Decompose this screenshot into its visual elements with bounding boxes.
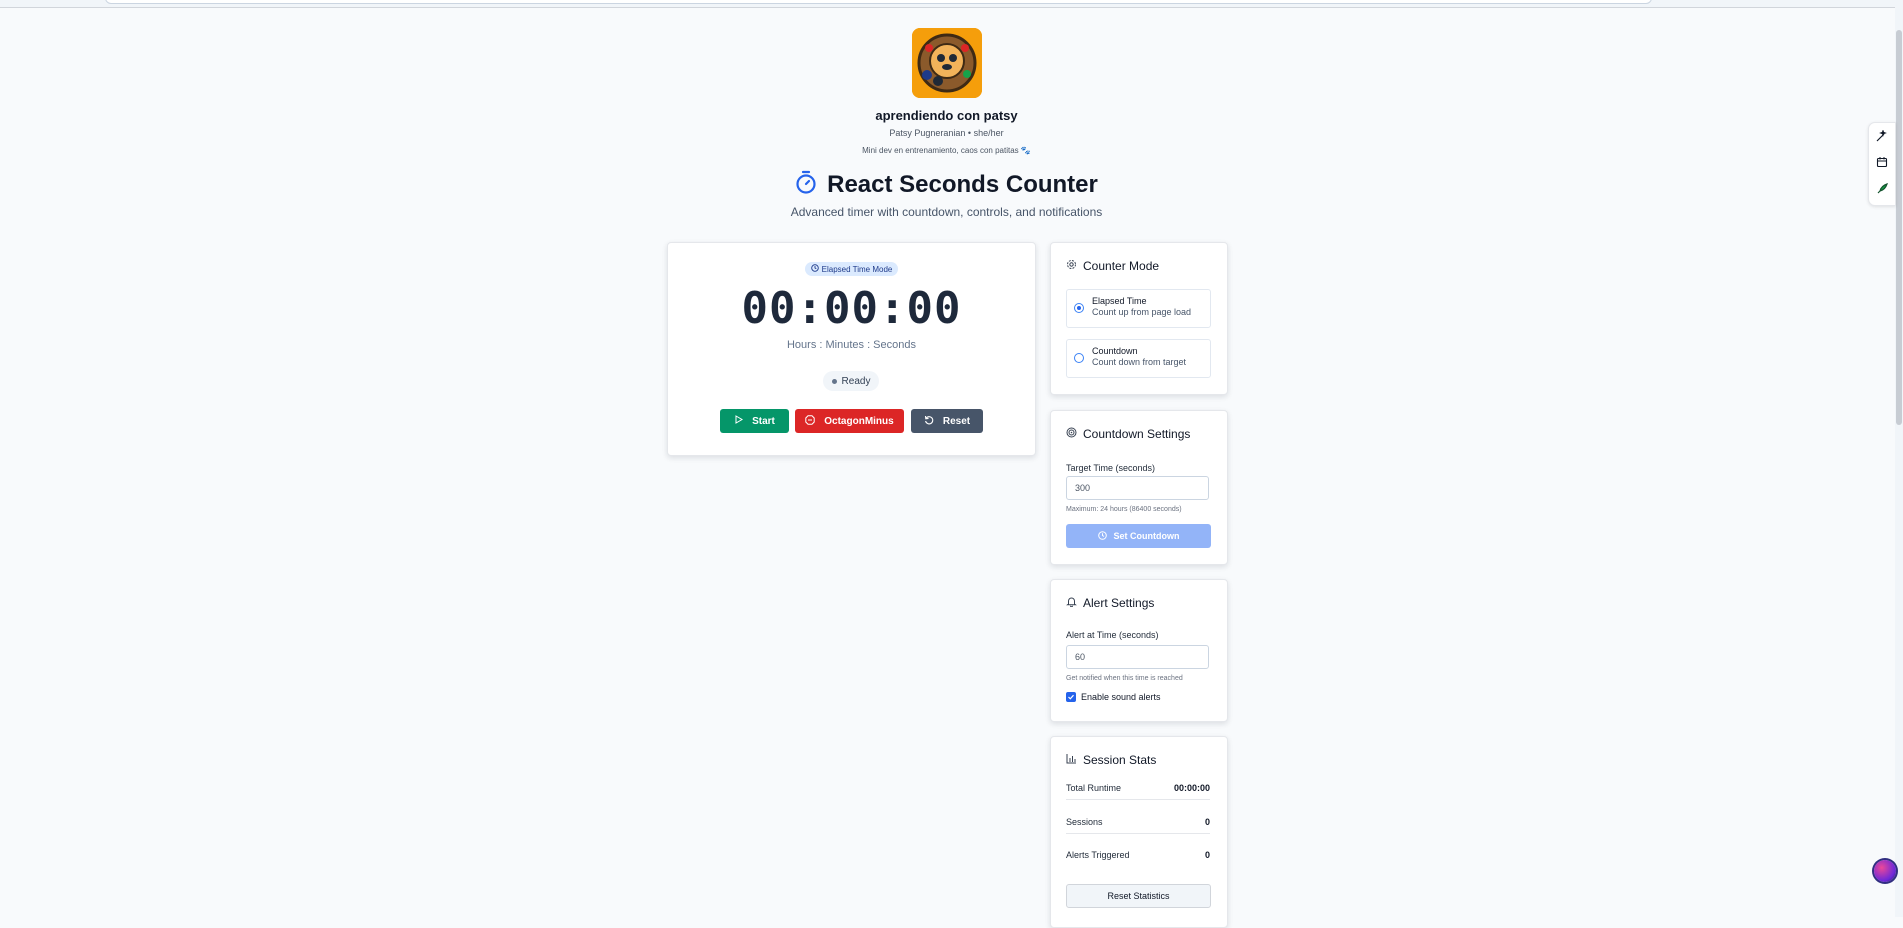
- rotate-ccw-icon: [924, 415, 934, 428]
- stat-value: 0: [1204, 850, 1210, 860]
- alert-time-input[interactable]: [1066, 645, 1209, 669]
- stop-button[interactable]: OctagonMinus: [795, 409, 904, 433]
- bell-icon: [1066, 596, 1077, 610]
- stat-value: 00:00:00: [1173, 783, 1210, 793]
- sound-alerts-label: Enable sound alerts: [1081, 692, 1161, 702]
- clock-icon: [810, 264, 819, 274]
- radio-countdown[interactable]: [1074, 353, 1084, 363]
- mode-option-title: Elapsed Time: [1092, 296, 1147, 306]
- stat-row-sessions: Sessions 0: [1066, 811, 1210, 834]
- stat-label: Total Runtime: [1066, 783, 1122, 793]
- stat-row-total-runtime: Total Runtime 00:00:00: [1066, 777, 1210, 800]
- session-stats-card: Session Stats Total Runtime 00:00:00 Ses…: [1050, 736, 1228, 928]
- reset-button[interactable]: Reset: [911, 409, 983, 433]
- assistant-orb-icon[interactable]: [1874, 860, 1896, 882]
- mode-option-countdown[interactable]: Countdown Count down from target: [1066, 339, 1211, 378]
- timer-card: Elapsed Time Mode 00:00:00 Hours : Minut…: [667, 242, 1036, 456]
- counter-mode-card: Counter Mode Elapsed Time Count up from …: [1050, 242, 1228, 395]
- alert-time-hint: Get notified when this time is reached: [1066, 675, 1183, 682]
- address-bar-edge[interactable]: [105, 0, 1652, 4]
- clock-icon: [1097, 530, 1107, 542]
- set-countdown-button[interactable]: Set Countdown: [1066, 524, 1211, 548]
- alert-settings-title-label: Alert Settings: [1083, 596, 1155, 610]
- target-icon: [1066, 427, 1077, 441]
- browser-top-edge: [0, 0, 1903, 8]
- page-scrollbar[interactable]: [1895, 0, 1903, 917]
- alert-settings-card: Alert Settings Alert at Time (seconds) G…: [1050, 579, 1228, 722]
- start-button-label: Start: [752, 415, 775, 427]
- profile-bio: Mini dev en entrenamiento, caos con pati…: [862, 146, 1031, 155]
- mode-option-elapsed[interactable]: Elapsed Time Count up from page load: [1066, 289, 1211, 328]
- counter-mode-title-label: Counter Mode: [1083, 259, 1160, 273]
- mode-badge-label: Elapsed Time Mode: [821, 264, 893, 274]
- sound-alerts-checkbox[interactable]: [1066, 692, 1076, 702]
- play-icon: [734, 415, 744, 427]
- radio-elapsed[interactable]: [1074, 303, 1084, 313]
- page-title: React Seconds Counter: [0, 170, 1893, 199]
- gear-icon: [1066, 259, 1077, 273]
- status-label: Ready: [841, 375, 871, 387]
- app-title: React Seconds Counter: [827, 170, 1098, 198]
- stat-row-alerts: Alerts Triggered 0: [1066, 844, 1210, 866]
- profile-name: aprendiendo con patsy: [875, 108, 1018, 123]
- scrollbar-thumb[interactable]: [1896, 30, 1902, 425]
- alert-settings-title: Alert Settings: [1066, 596, 1154, 610]
- stopwatch-icon: [795, 170, 817, 199]
- session-stats-title-label: Session Stats: [1083, 753, 1157, 767]
- time-display: 00:00:00: [741, 283, 962, 334]
- mode-option-desc: Count up from page load: [1092, 307, 1192, 317]
- countdown-settings-title: Countdown Settings: [1066, 427, 1190, 441]
- status-dot: [831, 378, 837, 384]
- mode-badge: Elapsed Time Mode: [805, 262, 898, 276]
- profile-subtitle: Patsy Pugneranian • she/her: [889, 128, 1004, 138]
- mode-option-desc: Count down from target: [1092, 357, 1187, 367]
- app-subtitle: Advanced timer with countdown, controls,…: [790, 205, 1103, 219]
- counter-mode-title: Counter Mode: [1066, 259, 1159, 273]
- reset-button-label: Reset: [942, 415, 971, 427]
- countdown-settings-card: Countdown Settings Target Time (seconds)…: [1050, 410, 1228, 565]
- time-units-label: Hours : Minutes : Seconds: [786, 339, 916, 351]
- calendar-icon[interactable]: [1874, 154, 1890, 170]
- reset-statistics-button[interactable]: Reset Statistics: [1066, 884, 1211, 908]
- avatar: [912, 28, 982, 98]
- countdown-settings-title-label: Countdown Settings: [1083, 427, 1191, 441]
- stat-label: Sessions: [1066, 817, 1103, 827]
- target-time-input[interactable]: [1066, 476, 1209, 500]
- stat-value: 0: [1204, 817, 1210, 827]
- stop-button-label: OctagonMinus: [824, 415, 894, 427]
- stat-label: Alerts Triggered: [1066, 850, 1130, 860]
- target-time-hint: Maximum: 24 hours (86400 seconds): [1066, 506, 1182, 513]
- set-countdown-label: Set Countdown: [1113, 531, 1180, 541]
- octagon-minus-icon: [805, 414, 815, 428]
- status-badge: Ready: [823, 371, 879, 391]
- mode-option-title: Countdown: [1092, 346, 1138, 356]
- alert-time-label: Alert at Time (seconds): [1066, 630, 1159, 640]
- bar-chart-icon: [1066, 753, 1077, 767]
- start-button[interactable]: Start: [720, 409, 789, 433]
- sound-alerts-row[interactable]: Enable sound alerts: [1066, 692, 1161, 702]
- session-stats-title: Session Stats: [1066, 753, 1156, 767]
- target-time-label: Target Time (seconds): [1066, 463, 1156, 473]
